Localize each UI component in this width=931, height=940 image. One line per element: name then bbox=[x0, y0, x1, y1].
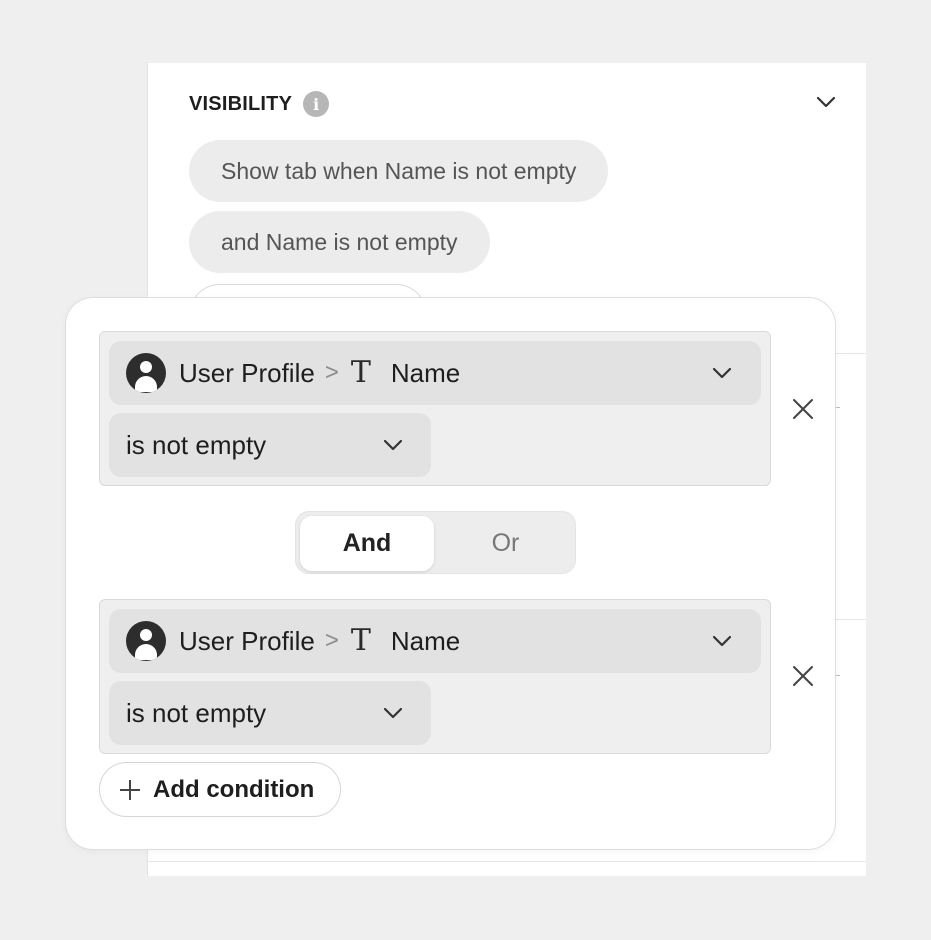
text-type-icon: T bbox=[350, 355, 371, 390]
field-label: Name bbox=[390, 625, 461, 656]
user-avatar-icon bbox=[126, 353, 166, 393]
chevron-down-icon[interactable] bbox=[815, 95, 837, 109]
user-avatar-icon bbox=[126, 621, 166, 661]
operator-label: is not empty bbox=[126, 429, 267, 460]
chevron-down-icon bbox=[383, 439, 403, 451]
operator-select[interactable]: is not empty bbox=[109, 413, 431, 477]
visibility-rule-pill[interactable]: and Name is not empty bbox=[189, 211, 490, 273]
condition-editor-popover: User Profile > T Name is not empty And O… bbox=[65, 297, 836, 850]
chevron-down-icon bbox=[712, 367, 732, 379]
source-label: User Profile bbox=[179, 357, 315, 388]
add-condition-label: Add condition bbox=[153, 775, 315, 803]
breadcrumb-separator: > bbox=[324, 627, 339, 654]
field-path-select[interactable]: User Profile > T Name bbox=[109, 609, 761, 673]
text-type-icon: T bbox=[350, 623, 371, 658]
condition-group: User Profile > T Name is not empty bbox=[99, 331, 771, 486]
breadcrumb-separator: > bbox=[324, 359, 339, 386]
info-icon[interactable]: i bbox=[303, 91, 330, 117]
remove-condition-button[interactable] bbox=[788, 661, 818, 691]
remove-condition-button[interactable] bbox=[788, 394, 818, 424]
close-icon bbox=[793, 399, 813, 419]
close-icon bbox=[793, 666, 813, 686]
stage: VISIBILITY i Show tab when Name is not e… bbox=[0, 0, 931, 940]
divider bbox=[148, 861, 866, 862]
field-label: Name bbox=[390, 357, 461, 388]
visibility-title: VISIBILITY bbox=[189, 92, 293, 115]
chevron-down-icon bbox=[712, 635, 732, 647]
source-label: User Profile bbox=[179, 625, 315, 656]
condition-group: User Profile > T Name is not empty bbox=[99, 599, 771, 754]
field-path-select[interactable]: User Profile > T Name bbox=[109, 341, 761, 405]
logic-toggle: And Or bbox=[295, 511, 576, 574]
operator-select[interactable]: is not empty bbox=[109, 681, 431, 745]
or-option[interactable]: Or bbox=[438, 516, 573, 571]
plus-icon bbox=[120, 779, 140, 800]
add-condition-button[interactable]: Add condition bbox=[99, 762, 342, 817]
chevron-down-icon bbox=[383, 707, 403, 719]
visibility-header: VISIBILITY i bbox=[189, 91, 330, 117]
visibility-rule-pill[interactable]: Show tab when Name is not empty bbox=[189, 140, 609, 202]
operator-label: is not empty bbox=[126, 697, 267, 728]
and-option[interactable]: And bbox=[300, 516, 434, 571]
